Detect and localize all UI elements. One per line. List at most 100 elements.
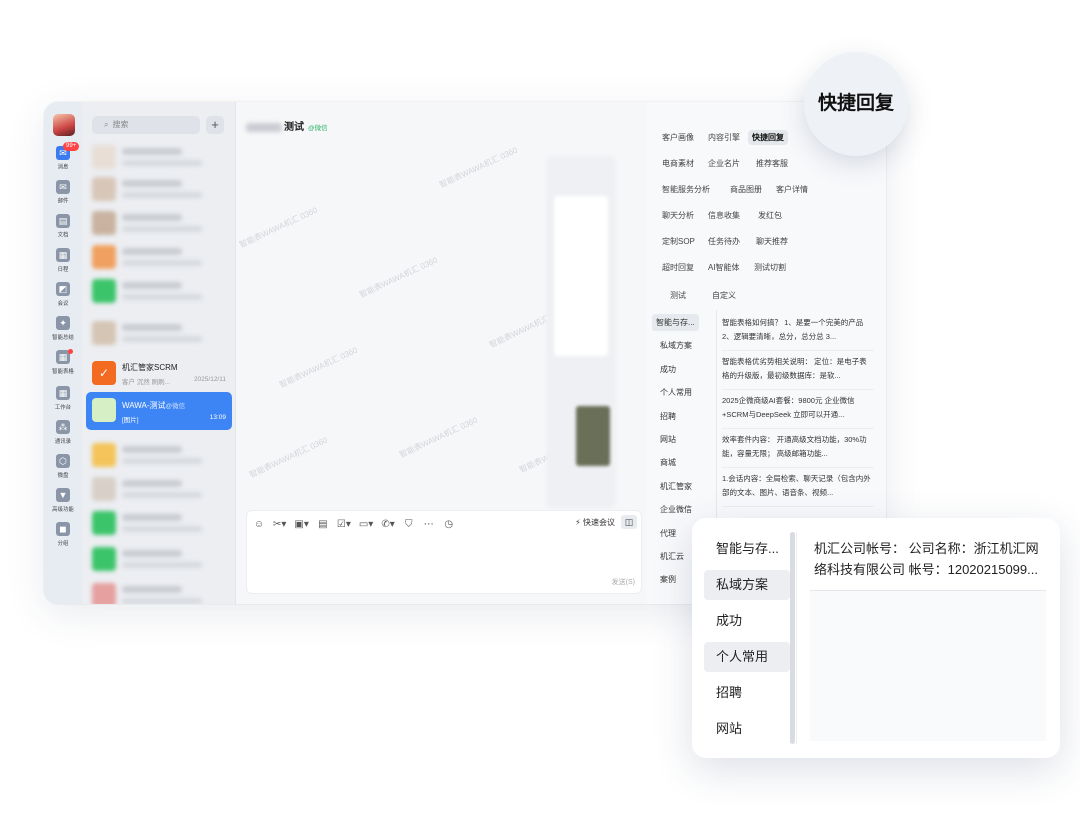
clock-icon[interactable]: ◷	[443, 519, 455, 530]
list-item[interactable]	[86, 140, 232, 174]
zoom-category[interactable]: 网站	[704, 714, 790, 744]
quick-reply-item[interactable]: 1.会话内容：全局检索、聊天记录（包含内外部的文本、图片、语音条、视频...	[722, 472, 874, 507]
calendar-icon: ▦	[56, 248, 70, 262]
list-item[interactable]	[86, 206, 232, 240]
panel-category[interactable]: 案例	[656, 571, 680, 588]
advanced-icon: ▼	[56, 488, 70, 502]
list-item[interactable]	[86, 438, 232, 472]
message-composer[interactable]: ☺ ✂▾ ▣▾ ▤ ☑▾ ▭▾ ✆▾ ⛉ ⋯ ◷ ⚡ 快速会议 ◫ 发送(S)	[246, 510, 642, 594]
chat-area: 测试 @微信 智能表WAWA机汇 0360 智能表WAWA机汇 0360 智能表W…	[236, 102, 646, 604]
list-item[interactable]	[86, 240, 232, 274]
drive-icon: ⬡	[56, 454, 70, 468]
rail-item[interactable]: ⁂ 通讯录	[44, 418, 82, 450]
panel-tab[interactable]: 推荐客服	[752, 156, 792, 171]
panel-tab[interactable]: 聊天分析	[658, 208, 698, 223]
zoom-category[interactable]: 私域方案	[704, 570, 790, 600]
rail-item[interactable]: ▤ 文档	[44, 212, 82, 244]
panel-tab[interactable]: 智能服务分析	[658, 182, 714, 197]
list-item[interactable]	[86, 316, 232, 350]
zoom-category[interactable]: 成功	[704, 606, 790, 636]
shield-icon[interactable]: ⛉	[403, 519, 415, 530]
emoji-icon[interactable]: ☺	[253, 519, 265, 530]
rail-item[interactable]: ▦ 智能表格	[44, 348, 82, 380]
folder-icon[interactable]: ▭▾	[359, 519, 373, 530]
mail-icon: ✉	[56, 180, 70, 194]
list-item[interactable]	[86, 472, 232, 506]
rail-item[interactable]: ✉ 邮件	[44, 178, 82, 210]
quick-reply-item[interactable]: 2025企微商级AI套餐：9800元 企业微信+SCRM与DeepSeek 立即…	[722, 394, 874, 429]
checklist-icon[interactable]: ☑▾	[337, 519, 351, 530]
image-message[interactable]	[546, 156, 616, 508]
zoom-category[interactable]: 智能与存...	[704, 534, 790, 564]
panel-tab[interactable]: AI智能体	[704, 260, 744, 275]
zoom-content-area	[810, 591, 1046, 741]
panel-category[interactable]: 机汇云	[656, 548, 688, 565]
rail-item-label: 文档	[57, 233, 69, 239]
panel-tab[interactable]: 内容引擎	[704, 130, 744, 145]
more-icon[interactable]: ⋯	[423, 519, 435, 530]
quick-reply-item[interactable]: 智能表格如何搞？ 1、是要一个完美的产品 2、逻辑要清晰，总分，总分总 3...	[722, 316, 874, 351]
list-item[interactable]	[86, 506, 232, 540]
panel-tab[interactable]: 定制SOP	[658, 234, 699, 249]
panel-tab[interactable]: 测试	[666, 288, 690, 303]
panel-tab[interactable]: 企业名片	[704, 156, 744, 171]
panel-tab[interactable]: 客户画像	[658, 130, 698, 145]
rail-item[interactable]: ▦ 工作台	[44, 384, 82, 416]
list-item[interactable]	[86, 578, 232, 604]
zoom-category[interactable]: 个人常用	[704, 642, 790, 672]
rail-item[interactable]: ⬡ 微盘	[44, 452, 82, 484]
rail-item[interactable]: ✦ 智能总结	[44, 314, 82, 346]
chat-title: 测试 @微信	[246, 118, 328, 133]
panel-category[interactable]: 招聘	[656, 408, 680, 425]
list-item[interactable]	[86, 274, 232, 308]
image-icon[interactable]: ▣▾	[294, 519, 308, 530]
panel-tab[interactable]: 信息收集	[704, 208, 744, 223]
quick-reply-item[interactable]: 智能表格优劣势相关说明： 定位：是电子表格的升级版，最初级数据库：是软...	[722, 355, 874, 390]
document-icon[interactable]: ▤	[317, 519, 329, 530]
conversation-selected[interactable]: WAWA-测试@微信 [图片] 13:09	[86, 392, 232, 430]
panel-category[interactable]: 成功	[656, 361, 680, 378]
panel-tab[interactable]: 超时回复	[658, 260, 698, 275]
rail-item-label: 会议	[57, 301, 69, 307]
rail-item[interactable]: ▦ 日程	[44, 246, 82, 278]
panel-category[interactable]: 商城	[656, 454, 680, 471]
zoom-reply-text[interactable]: 机汇公司帐号： 公司名称：浙江机汇网络科技有限公司 帐号：12020215099…	[814, 538, 1050, 580]
panel-category[interactable]: 企业微信	[656, 501, 696, 518]
zoom-category[interactable]: 招聘	[704, 678, 790, 708]
rail-item[interactable]: ◩ 会议	[44, 280, 82, 312]
panel-tab[interactable]: 发红包	[754, 208, 786, 223]
panel-tab[interactable]: 电商素材	[658, 156, 698, 171]
scissors-icon[interactable]: ✂▾	[273, 519, 286, 530]
panel-category[interactable]: 个人常用	[656, 384, 696, 401]
panel-category[interactable]: 智能与存...	[652, 314, 699, 331]
panel-tab[interactable]: 客户详情	[772, 182, 812, 197]
panel-tab[interactable]: 聊天推荐	[752, 234, 792, 249]
rail-item-label: 分组	[57, 541, 69, 547]
panel-toggle-icon[interactable]: ◫	[621, 515, 637, 529]
panel-category[interactable]: 代理	[656, 525, 680, 542]
panel-category[interactable]: 私域方案	[656, 337, 696, 354]
add-button[interactable]: +	[206, 116, 224, 134]
search-input[interactable]: ⌕ 搜索	[92, 116, 200, 134]
list-item[interactable]	[86, 172, 232, 206]
panel-category[interactable]: 机汇管家	[656, 478, 696, 495]
watermark: 智能表WAWA机汇 0360	[398, 415, 479, 460]
panel-tab[interactable]: 自定义	[708, 288, 740, 303]
conversation-scrm[interactable]: ✓ 机汇管家SCRM 客户 沉然 刷刷... 2025/12/11	[86, 356, 232, 390]
panel-tab[interactable]: 任务待办	[704, 234, 744, 249]
zoom-scrollbar[interactable]	[790, 532, 795, 744]
quick-meeting-button[interactable]: ⚡ 快速会议	[575, 517, 615, 528]
panel-tab[interactable]: 测试切割	[750, 260, 790, 275]
panel-tab[interactable]: 商品图册	[726, 182, 766, 197]
user-avatar[interactable]	[53, 114, 75, 136]
list-item[interactable]	[86, 542, 232, 576]
rail-item-label: 工作台	[54, 405, 72, 411]
rail-item[interactable]: ▼ 高级功能	[44, 486, 82, 518]
rail-item[interactable]: ✉ 消息 99+	[44, 142, 82, 176]
panel-tab[interactable]: 快捷回复	[748, 130, 788, 145]
nav-rail: ✉ 消息 99+ ✉ 邮件 ▤ 文档 ▦ 日程 ◩ 会议 ✦ 智能总结 ▦ 智能表格 ▦ 工作台 ⁂ 通讯录 ⬡ 微盘 ▼…	[44, 102, 82, 604]
panel-category[interactable]: 网站	[656, 431, 680, 448]
quick-reply-item[interactable]: 效率套件内容： 开通高级文档功能，30%功能，容量无限； 高级邮箱功能...	[722, 433, 874, 468]
rail-item[interactable]: ◼ 分组	[44, 520, 82, 552]
phone-icon[interactable]: ✆▾	[381, 519, 394, 530]
